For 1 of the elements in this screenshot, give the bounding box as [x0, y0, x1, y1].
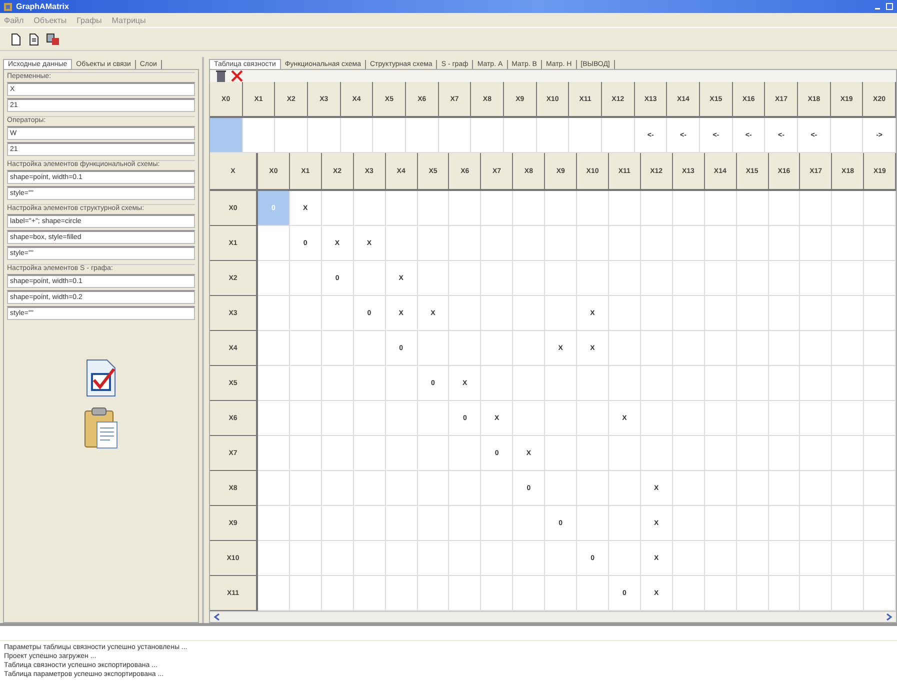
- window-title: GraphAMatrix: [16, 2, 69, 11]
